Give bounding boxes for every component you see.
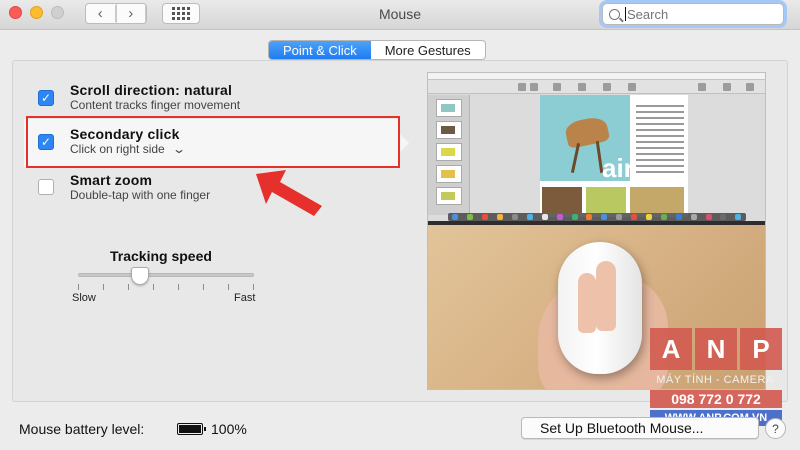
preview-screen: airs — [428, 73, 765, 221]
watermark-letter-a: A — [650, 328, 692, 370]
set-up-bluetooth-mouse-button[interactable]: Set Up Bluetooth Mouse... — [521, 417, 759, 439]
option-subtitle-scroll-direction: Content tracks finger movement — [70, 98, 241, 112]
tracking-speed-ticks — [78, 284, 254, 290]
forward-button[interactable]: › — [117, 4, 146, 23]
battery-icon — [177, 423, 206, 435]
preview-document-page: airs — [540, 95, 688, 217]
navigation-buttons: ‹ › — [85, 3, 147, 24]
annotation-highlight-frame — [26, 116, 400, 168]
title-bar: ‹ › Mouse — [0, 0, 800, 30]
checkmark-icon: ✓ — [40, 91, 52, 105]
watermark-tagline: MÁY TÍNH - CAMERA — [656, 374, 774, 386]
text-caret — [625, 7, 626, 21]
preview-menubar — [428, 73, 765, 80]
scroll-direction-checkbox[interactable]: ✓ — [38, 90, 54, 106]
help-button[interactable]: ? — [765, 418, 786, 439]
search-icon — [609, 8, 620, 20]
zoom-window-button[interactable] — [51, 6, 64, 19]
slider-max-label: Fast — [234, 292, 256, 304]
close-window-button[interactable] — [9, 6, 22, 19]
preview-dock — [448, 213, 746, 221]
battery-level-label: Mouse battery level: — [19, 421, 145, 437]
preview-page-thumbnails — [428, 95, 470, 215]
smart-zoom-checkbox[interactable] — [38, 179, 54, 195]
watermark-letter-n: N — [695, 328, 737, 370]
tracking-speed-label: Tracking speed — [110, 248, 212, 264]
red-arrow-icon — [256, 170, 322, 216]
tab-point-and-click[interactable]: Point & Click — [269, 41, 371, 59]
slider-min-label: Slow — [72, 292, 96, 304]
search-input[interactable] — [627, 6, 767, 22]
tab-more-gestures[interactable]: More Gestures — [371, 41, 485, 59]
back-button[interactable]: ‹ — [86, 4, 117, 23]
grid-icon — [172, 7, 190, 20]
show-all-button[interactable] — [162, 3, 200, 24]
tracking-speed-track[interactable] — [78, 273, 254, 277]
tracking-speed-slider-thumb[interactable] — [130, 267, 149, 285]
watermark-letter-p: P — [740, 328, 782, 370]
chevron-right-icon: › — [117, 5, 146, 22]
watermark-phone: 098 772 0 772 — [650, 390, 782, 408]
selected-option-pointer — [400, 134, 409, 152]
option-title-scroll-direction: Scroll direction: natural — [70, 82, 233, 98]
option-subtitle-smart-zoom: Double-tap with one finger — [70, 188, 211, 202]
tab-bar: Point & Click More Gestures — [268, 40, 486, 60]
battery-level-value: 100% — [211, 421, 247, 437]
option-title-smart-zoom: Smart zoom — [70, 172, 153, 188]
preview-toolbar — [428, 80, 765, 94]
chevron-left-icon: ‹ — [86, 5, 116, 22]
minimize-window-button[interactable] — [30, 6, 43, 19]
search-field[interactable] — [602, 3, 784, 25]
